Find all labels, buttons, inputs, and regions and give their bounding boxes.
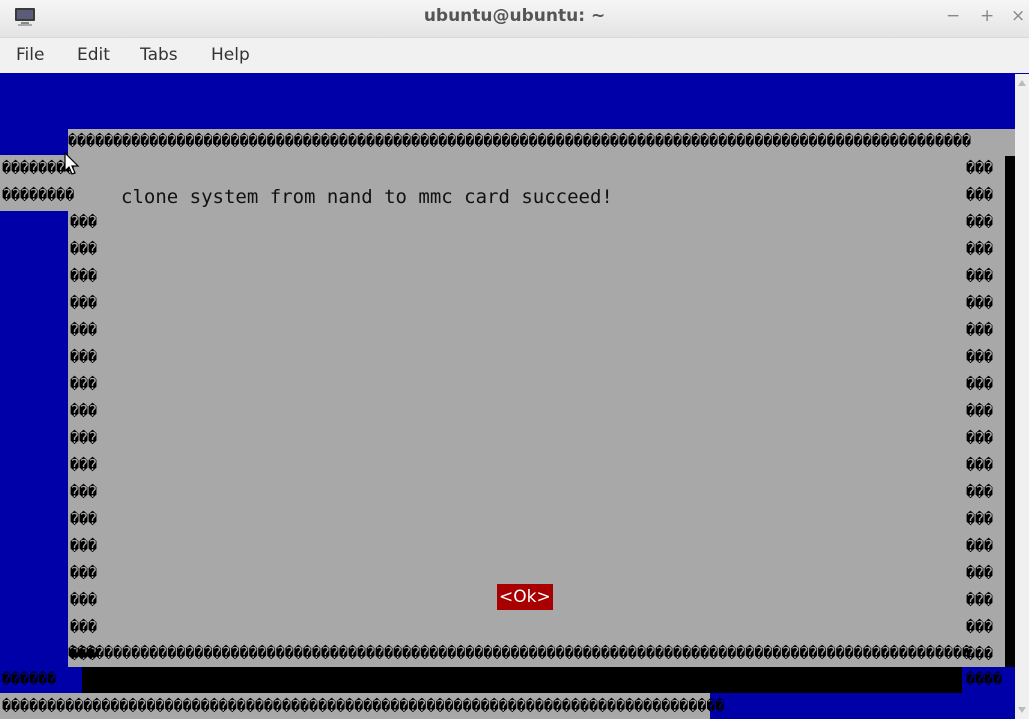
right-border-glyphs <box>966 452 993 479</box>
menu-edit[interactable]: Edit <box>77 45 110 65</box>
right-border-glyphs <box>966 236 993 263</box>
right-border-glyphs <box>966 587 993 614</box>
left-border-glyphs <box>70 479 97 506</box>
left-border-glyphs <box>70 587 97 614</box>
left-border-glyphs <box>70 236 97 263</box>
right-border-glyphs <box>966 398 993 425</box>
right-border-glyphs <box>966 614 993 641</box>
vertical-scrollbar[interactable] <box>1015 74 1029 719</box>
close-button[interactable]: × <box>1011 6 1025 26</box>
left-border-glyphs <box>70 317 97 344</box>
left-border-glyphs <box>70 452 97 479</box>
left-border-glyphs <box>70 614 97 641</box>
left-glyphs <box>2 182 74 209</box>
ok-button[interactable]: <Ok> <box>497 584 553 610</box>
right-border-glyphs <box>966 155 993 182</box>
left-border-glyphs <box>70 533 97 560</box>
scroll-down-icon[interactable] <box>1018 707 1026 713</box>
right-border-glyphs <box>966 425 993 452</box>
left-border-glyphs <box>70 560 97 587</box>
left-border-glyphs <box>70 371 97 398</box>
right-border-glyphs <box>966 209 993 236</box>
scroll-up-icon[interactable] <box>1018 80 1026 86</box>
left-border-glyphs <box>70 398 97 425</box>
dialog-right-shadow <box>1005 156 1015 667</box>
top-border-glyphs <box>68 128 971 155</box>
right-border-glyphs <box>966 506 993 533</box>
bottom-border-glyphs <box>68 640 971 667</box>
right-border-glyphs <box>966 290 993 317</box>
dialog-bottom-shadow <box>82 667 962 693</box>
left-border-glyphs <box>70 425 97 452</box>
menu-help[interactable]: Help <box>211 45 250 65</box>
right-border-glyphs <box>966 371 993 398</box>
left-border-glyphs <box>70 263 97 290</box>
maximize-button[interactable]: + <box>980 6 994 26</box>
minimize-button[interactable]: − <box>946 6 960 26</box>
right-border-glyphs <box>966 560 993 587</box>
right-border-glyphs <box>966 479 993 506</box>
right-border-glyphs <box>966 533 993 560</box>
status-glyphs <box>2 693 724 719</box>
right-border-glyphs <box>966 317 993 344</box>
right-border-glyphs <box>966 344 993 371</box>
bottom-right-glyphs <box>966 666 1002 693</box>
mouse-pointer-icon <box>64 152 80 175</box>
menu-file[interactable]: File <box>16 45 44 65</box>
menu-tabs[interactable]: Tabs <box>140 45 178 65</box>
right-border-glyphs <box>966 263 993 290</box>
terminal-screen[interactable]: clone system from nand to mmc card succe… <box>0 74 1015 719</box>
dialog-message: clone system from nand to mmc card succe… <box>121 186 613 208</box>
menu-bar: File Edit Tabs Help <box>0 38 1029 73</box>
window-title: ubuntu@ubuntu: ~ <box>423 6 606 26</box>
bottom-left-glyphs <box>2 666 56 693</box>
left-border-glyphs <box>70 506 97 533</box>
title-bar: ubuntu@ubuntu: ~ − + × <box>0 0 1029 38</box>
right-border-glyphs <box>966 182 993 209</box>
left-border-glyphs <box>70 344 97 371</box>
left-border-glyphs <box>70 209 97 236</box>
left-border-glyphs <box>70 290 97 317</box>
